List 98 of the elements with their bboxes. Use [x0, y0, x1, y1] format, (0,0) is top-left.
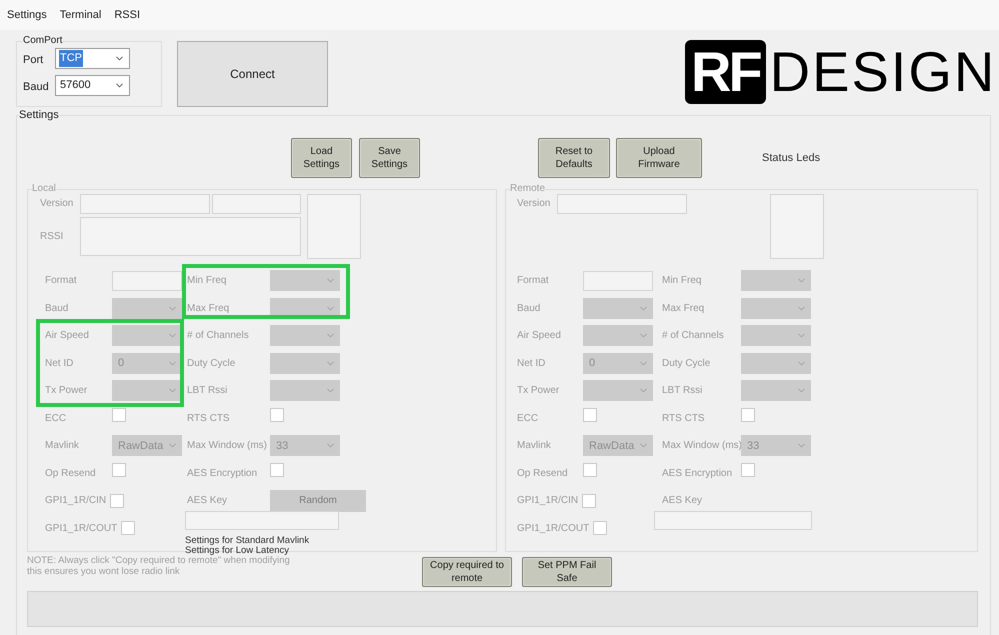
- field-label: Op Resend: [517, 466, 569, 481]
- menu-item[interactable]: Settings: [7, 6, 47, 24]
- settings-button[interactable]: Reset to Defaults: [538, 138, 610, 178]
- field-label: Duty Cycle: [187, 356, 236, 371]
- field-label: RTS CTS: [662, 412, 706, 426]
- field-label: Mavlink: [45, 439, 80, 454]
- dropdown[interactable]: TCP: [55, 48, 130, 69]
- field-label: GPI1_1R/CIN: [45, 494, 106, 508]
- group-title: ComPort: [23, 36, 62, 46]
- field-label: Op Resend: [45, 466, 97, 481]
- field-label: Max Window (ms): [662, 439, 741, 454]
- dropdown[interactable]: [583, 380, 653, 402]
- menu-item[interactable]: RSSI: [114, 6, 140, 24]
- group-title: Remote: [510, 184, 546, 194]
- dropdown[interactable]: [270, 352, 340, 374]
- field-label: Baud: [517, 302, 542, 316]
- checkbox[interactable]: [741, 463, 755, 478]
- logo: RF DESIGN: [685, 40, 996, 104]
- field-label: RSSI: [40, 230, 64, 244]
- note-text: NOTE: Always click "Copy required to remote" when modifying: [27, 555, 291, 566]
- group-title: Local: [32, 184, 56, 194]
- dropdown[interactable]: [741, 325, 811, 346]
- checkbox[interactable]: [112, 463, 126, 478]
- text-field[interactable]: [583, 270, 653, 291]
- status-led-box: [770, 194, 824, 259]
- field-label: Format: [45, 274, 78, 288]
- checkbox[interactable]: [121, 521, 136, 536]
- field-label: Min Freq: [662, 274, 702, 288]
- field-label: LBT Rssi: [662, 384, 704, 398]
- checkbox[interactable]: [593, 521, 608, 536]
- field-label: Max Freq: [187, 302, 230, 316]
- checkbox[interactable]: [270, 408, 284, 422]
- field-label: ECC: [517, 412, 540, 426]
- dropdown[interactable]: [112, 380, 182, 402]
- field-label: AES Encryption: [662, 466, 734, 481]
- field-label: GPI1_1R/CIN: [517, 494, 578, 508]
- field-label: Net ID: [517, 356, 546, 371]
- dropdown[interactable]: [741, 270, 811, 292]
- menu-item[interactable]: Terminal: [60, 6, 102, 24]
- note-text: this ensures you wont lose radio link: [27, 566, 181, 577]
- field-label: AES Encryption: [187, 466, 258, 481]
- settings-button[interactable]: Save Settings: [359, 138, 420, 178]
- group-title: Settings: [19, 110, 59, 120]
- settings-button[interactable]: Upload Firmware: [616, 138, 702, 178]
- field-label: # of Channels: [187, 329, 250, 344]
- field-label: Mavlink: [517, 439, 552, 454]
- field-label: Baud: [45, 302, 70, 316]
- dropdown[interactable]: 57600: [55, 75, 130, 96]
- dropdown[interactable]: [583, 325, 653, 346]
- aes-key-field[interactable]: [185, 510, 339, 530]
- checkbox[interactable]: [583, 408, 597, 422]
- field-label: Tx Power: [45, 384, 88, 398]
- field-label: GPI1_1R/COUT: [45, 522, 118, 536]
- settings-button[interactable]: Load Settings: [291, 138, 352, 178]
- dropdown[interactable]: [741, 352, 811, 374]
- field-label: Air Speed: [517, 329, 562, 344]
- field-label: Duty Cycle: [662, 356, 712, 371]
- field-label: LBT Rssi: [187, 384, 228, 398]
- field-label: Net ID: [45, 356, 74, 371]
- connect-button[interactable]: Connect: [177, 41, 328, 107]
- field-label: Port: [23, 53, 44, 68]
- dropdown[interactable]: [741, 298, 811, 319]
- dropdown[interactable]: [270, 270, 340, 292]
- field-label: Version: [517, 197, 552, 211]
- dropdown[interactable]: [112, 325, 182, 346]
- field-label: Tx Power: [517, 384, 560, 398]
- dropdown[interactable]: [270, 380, 340, 402]
- action-button[interactable]: Copy required to remote: [422, 557, 512, 587]
- status-led-box: [307, 194, 361, 259]
- aes-key-field[interactable]: [654, 510, 812, 530]
- field-label: # of Channels: [662, 329, 725, 344]
- field-label: AES Key: [187, 494, 228, 508]
- field-label: RTS CTS: [187, 412, 231, 426]
- checkbox[interactable]: [583, 463, 597, 478]
- text-field[interactable]: [112, 270, 182, 291]
- dropdown[interactable]: [112, 298, 182, 319]
- dropdown[interactable]: [270, 325, 340, 346]
- status-leds-label: Status Leds: [762, 150, 820, 166]
- field-label: Air Speed: [45, 329, 90, 344]
- checkbox[interactable]: [112, 408, 126, 422]
- field-label: Format: [517, 274, 550, 288]
- checkbox[interactable]: [270, 463, 284, 478]
- action-button[interactable]: Set PPM Fail Safe: [522, 557, 612, 587]
- field-label: Version: [40, 197, 74, 211]
- dropdown[interactable]: [741, 380, 811, 402]
- checkbox[interactable]: [110, 494, 124, 508]
- field-label: GPI1_1R/COUT: [517, 522, 590, 536]
- dropdown[interactable]: [583, 298, 653, 319]
- preset-link[interactable]: Settings for Standard Mavlink: [185, 536, 366, 546]
- field-label: AES Key: [662, 494, 704, 508]
- field-label: Max Freq: [662, 302, 706, 316]
- field-label: Max Window (ms): [187, 439, 268, 454]
- field-label: ECC: [45, 412, 68, 426]
- checkbox[interactable]: [582, 494, 596, 508]
- preset-link[interactable]: Settings for Low Latency: [185, 546, 366, 556]
- checkbox[interactable]: [741, 408, 755, 422]
- field-label: Baud: [23, 80, 50, 96]
- field-label: Min Freq: [187, 274, 228, 288]
